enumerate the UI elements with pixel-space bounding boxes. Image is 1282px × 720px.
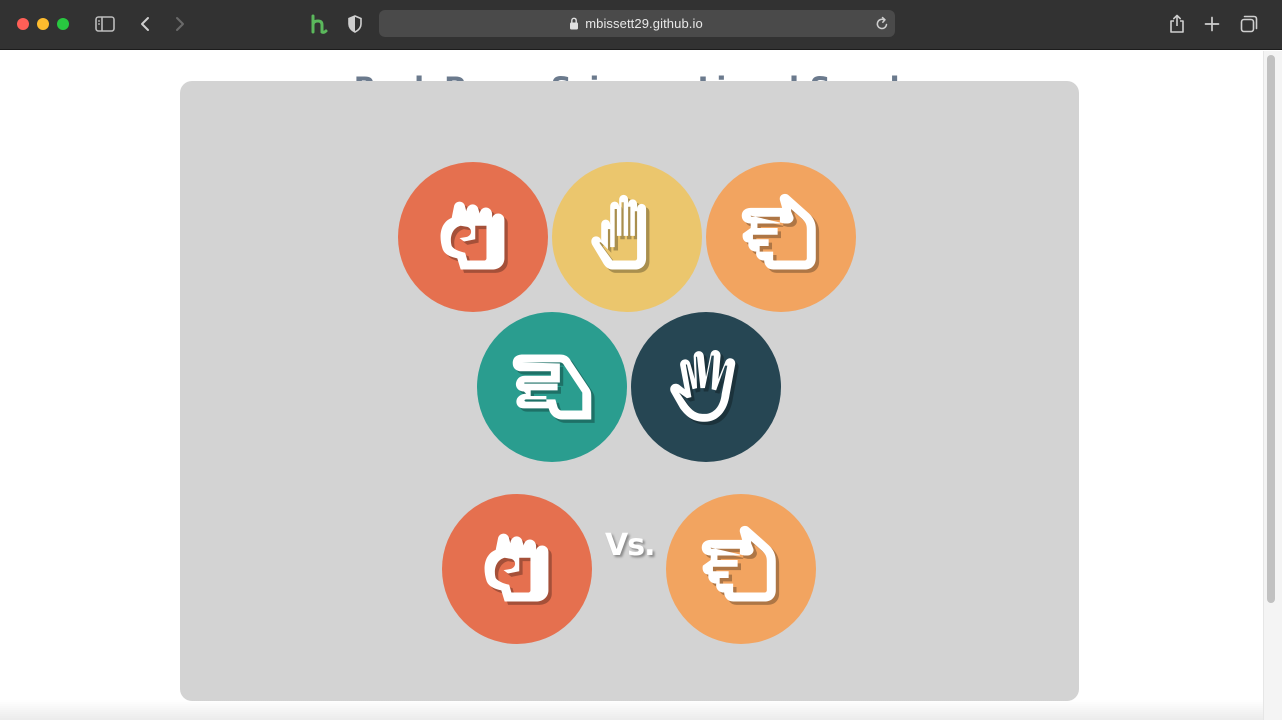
- url-text: mbissett29.github.io: [585, 16, 703, 31]
- computer-choice: [666, 494, 816, 644]
- honey-extension-icon[interactable]: [307, 12, 331, 36]
- pointing-hand-icon: [741, 193, 820, 273]
- player-choice: [442, 494, 592, 644]
- rock-button[interactable]: [398, 162, 548, 312]
- tab-overview-icon[interactable]: [1237, 12, 1261, 36]
- pointing-hand-icon: [701, 525, 780, 605]
- scrollbar-thumb[interactable]: [1267, 55, 1275, 603]
- address-bar[interactable]: mbissett29.github.io: [379, 10, 895, 37]
- versus-label: Vs.: [605, 528, 655, 563]
- fist-icon: [440, 201, 508, 273]
- bottom-shadow: [0, 700, 1263, 720]
- lizard-button[interactable]: [477, 312, 627, 462]
- share-icon[interactable]: [1165, 12, 1189, 36]
- minimize-window-button[interactable]: [37, 18, 49, 30]
- privacy-shield-icon[interactable]: [343, 12, 367, 36]
- spock-button[interactable]: [631, 312, 781, 462]
- zoom-window-button[interactable]: [57, 18, 69, 30]
- reload-icon[interactable]: [875, 16, 889, 31]
- paper-button[interactable]: [552, 162, 702, 312]
- scissors-button[interactable]: [706, 162, 856, 312]
- vulcan-salute-icon: [670, 349, 739, 426]
- forward-icon[interactable]: [168, 12, 192, 36]
- new-tab-icon[interactable]: [1200, 12, 1224, 36]
- sidebar-toggle-icon[interactable]: [93, 12, 117, 36]
- back-icon[interactable]: [133, 12, 157, 36]
- open-hand-icon: [591, 194, 650, 273]
- fist-icon: [484, 533, 552, 605]
- browser-toolbar: mbissett29.github.io: [0, 0, 1282, 50]
- lizard-hand-icon: [512, 354, 595, 423]
- close-window-button[interactable]: [17, 18, 29, 30]
